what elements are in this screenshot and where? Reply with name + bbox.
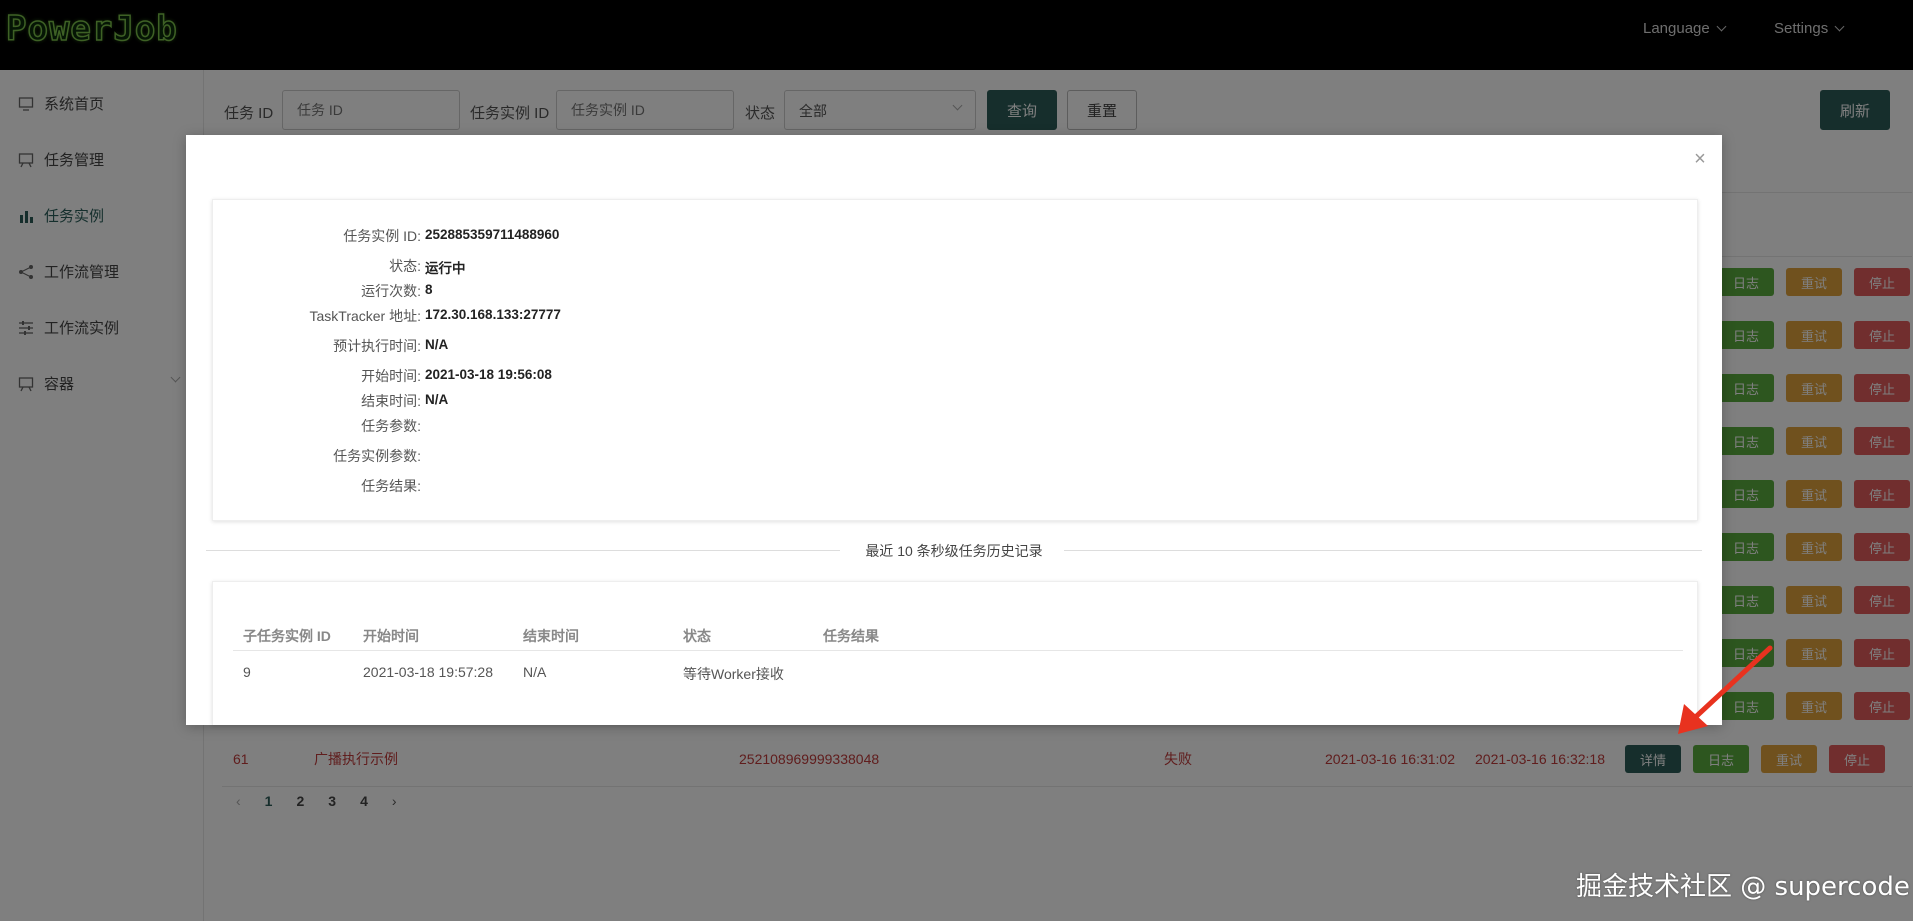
field-label: 预计执行时间: <box>333 338 421 354</box>
end-time-value: N/A <box>425 392 449 407</box>
tasktracker-address-value: 172.30.168.133:27777 <box>425 307 561 322</box>
field-label: 任务结果: <box>361 478 421 494</box>
history-header-end-time: 结束时间 <box>523 628 579 644</box>
history-header-subtask-id: 子任务实例 ID <box>243 628 331 644</box>
close-icon[interactable]: × <box>1690 149 1710 169</box>
run-count-value: 8 <box>425 282 433 297</box>
expected-time-value: N/A <box>425 337 449 352</box>
instance-info-card: 任务实例 ID: 252885359711488960 状态: 运行中 运行次数… <box>212 199 1698 521</box>
history-header-divider <box>233 650 1683 651</box>
field-label: 任务实例参数: <box>333 448 421 464</box>
field-label: 运行次数: <box>361 283 421 299</box>
history-title: 最近 10 条秒级任务历史记录 <box>865 543 1043 559</box>
history-cell-status: 等待Worker接收 <box>683 666 784 682</box>
instance-detail-modal: × 任务实例 ID: 252885359711488960 状态: 运行中 运行… <box>186 135 1722 725</box>
field-label: 任务参数: <box>361 418 421 434</box>
field-label: 开始时间: <box>361 368 421 384</box>
history-cell-end-time: N/A <box>523 664 547 680</box>
history-header-start-time: 开始时间 <box>363 628 419 644</box>
history-cell-subtask-id: 9 <box>243 664 251 680</box>
status-value: 运行中 <box>425 261 466 276</box>
instance-id-value: 252885359711488960 <box>425 227 560 242</box>
start-time-value: 2021-03-18 19:56:08 <box>425 367 552 382</box>
history-cell-start-time: 2021-03-18 19:57:28 <box>363 664 493 680</box>
watermark: 掘金技术社区 @ supercode <box>1576 872 1910 902</box>
field-label: 状态: <box>389 258 421 274</box>
history-header-status: 状态 <box>683 628 711 644</box>
annotation-arrow-icon <box>1678 645 1773 734</box>
field-label: 结束时间: <box>361 393 421 409</box>
history-header-result: 任务结果 <box>823 628 879 644</box>
field-label: TaskTracker 地址: <box>309 308 422 324</box>
field-label: 任务实例 ID: <box>343 228 421 244</box>
history-card: 子任务实例 ID 开始时间 结束时间 状态 任务结果 9 2021-03-18 … <box>212 581 1698 725</box>
